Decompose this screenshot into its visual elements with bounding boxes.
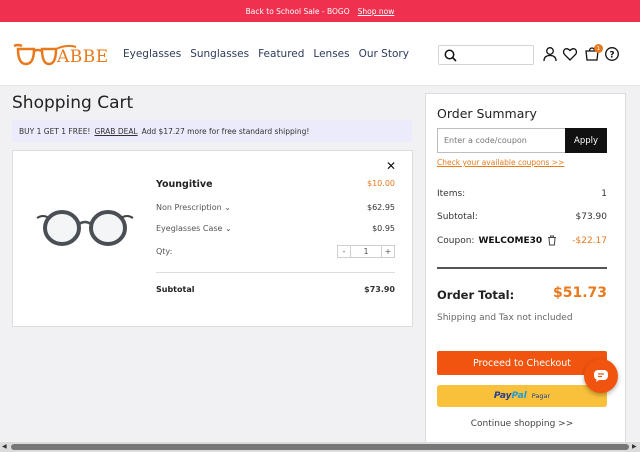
qty-minus-button[interactable]: -	[338, 246, 350, 257]
search-input[interactable]	[438, 45, 534, 65]
item-subtotal-label: Subtotal	[156, 285, 195, 294]
account-icon[interactable]	[542, 46, 558, 62]
applied-coupon-code: WELCOME30	[478, 235, 543, 246]
grab-deal-link[interactable]: GRAB DEAL	[94, 127, 137, 136]
case-price: $0.95	[372, 224, 395, 233]
paypal-pagar-label: Pagar	[531, 392, 551, 400]
coupon-discount-value: -$22.17	[572, 235, 607, 246]
svg-text:?: ?	[609, 50, 614, 60]
coupon-code-input[interactable]: Enter a code/coupon	[437, 128, 565, 153]
prescription-row: Non Prescription ⌄ $62.95	[156, 203, 395, 212]
help-icon[interactable]: ?	[604, 46, 620, 62]
prescription-price: $62.95	[367, 203, 395, 212]
chevron-down-icon: ⌄	[224, 203, 231, 212]
subtotal-label: Subtotal:	[437, 212, 478, 222]
cart-item-card: ✕ Youngitive $10.00 Non Prescription ⌄ $…	[12, 150, 413, 327]
cart-count-badge: 1	[594, 44, 603, 53]
order-summary-panel: Order Summary Enter a code/coupon Apply …	[425, 93, 626, 452]
deal-prefix: BUY 1 GET 1 FREE!	[19, 126, 91, 136]
deal-banner: BUY 1 GET 1 FREE! GRAB DEAL Add $17.27 m…	[12, 120, 412, 142]
chat-widget-button[interactable]	[584, 359, 618, 393]
scroll-right-arrow-icon[interactable]: ▶	[632, 443, 637, 450]
order-total-label: Order Total:	[437, 288, 515, 302]
scroll-left-arrow-icon[interactable]: ◀	[2, 443, 7, 450]
item-subtotal-row: Subtotal $73.90	[156, 285, 395, 294]
apply-coupon-button[interactable]: Apply	[565, 128, 607, 153]
nav-eyeglasses[interactable]: Eyeglasses	[123, 48, 181, 60]
product-name-row: Youngitive $10.00	[156, 179, 395, 190]
items-value: 1	[601, 189, 607, 199]
site-header: ABBE Eyeglasses Sunglasses Featured Lens…	[0, 22, 640, 86]
paypal-button[interactable]: PayPal Pagar	[437, 385, 607, 407]
nav-our-story[interactable]: Our Story	[359, 48, 409, 60]
nav-featured[interactable]: Featured	[258, 48, 304, 60]
item-subtotal-value: $73.90	[364, 285, 395, 294]
qty-row: Qty: - 1 +	[156, 245, 395, 258]
check-coupons-link[interactable]: Check your available coupons >>	[437, 158, 564, 167]
remove-item-close-icon[interactable]: ✕	[386, 159, 396, 173]
product-price: $10.00	[367, 179, 395, 188]
subtotal-row: Subtotal: $73.90	[437, 212, 607, 222]
qty-label: Qty:	[156, 247, 173, 256]
main-nav: Eyeglasses Sunglasses Featured Lenses Ou…	[123, 48, 409, 60]
case-label: Eyeglasses Case	[156, 224, 223, 233]
case-row: Eyeglasses Case ⌄ $0.95	[156, 224, 395, 233]
product-image-glasses[interactable]	[35, 206, 135, 248]
proceed-to-checkout-button[interactable]: Proceed to Checkout	[437, 351, 607, 375]
qty-value[interactable]: 1	[350, 246, 382, 257]
search-icon	[444, 49, 457, 62]
shipping-note: Shipping and Tax not included	[437, 313, 573, 323]
paypal-logo: PayPal	[493, 391, 527, 401]
item-divider	[156, 272, 395, 273]
scrollbar-thumb[interactable]	[11, 444, 629, 450]
qty-plus-button[interactable]: +	[382, 246, 394, 257]
quantity-stepper: - 1 +	[337, 245, 395, 258]
trash-icon[interactable]	[547, 235, 557, 246]
page-title: Shopping Cart	[12, 93, 134, 113]
shop-now-link[interactable]: Shop now	[358, 7, 395, 16]
order-summary-title: Order Summary	[437, 106, 537, 121]
product-name[interactable]: Youngitive	[156, 179, 213, 190]
subtotal-value: $73.90	[575, 212, 608, 222]
brand-name[interactable]: ABBE	[57, 47, 109, 67]
prescription-label: Non Prescription	[156, 203, 222, 212]
summary-divider	[437, 267, 607, 269]
chevron-down-icon: ⌄	[225, 224, 232, 233]
wishlist-heart-icon[interactable]	[562, 46, 578, 62]
coupon-row: Coupon: WELCOME30 -$22.17	[437, 235, 607, 246]
promo-banner: Back to School Sale - BOGO Shop now	[0, 0, 640, 22]
nav-sunglasses[interactable]: Sunglasses	[190, 48, 249, 60]
items-count-row: Items: 1	[437, 189, 607, 199]
promo-text: Back to School Sale - BOGO	[245, 6, 350, 16]
prescription-select[interactable]: Non Prescription ⌄	[156, 203, 231, 212]
continue-shopping-link[interactable]: Continue shopping >>	[437, 419, 607, 429]
case-select[interactable]: Eyeglasses Case ⌄	[156, 224, 232, 233]
free-shipping-note: Add $17.27 more for free standard shippi…	[141, 126, 310, 136]
coupon-label: Coupon:	[437, 235, 475, 246]
order-total-value: $51.73	[552, 285, 607, 301]
chat-bubble-icon	[594, 370, 608, 382]
items-label: Items:	[437, 189, 466, 199]
nav-lenses[interactable]: Lenses	[313, 48, 349, 60]
